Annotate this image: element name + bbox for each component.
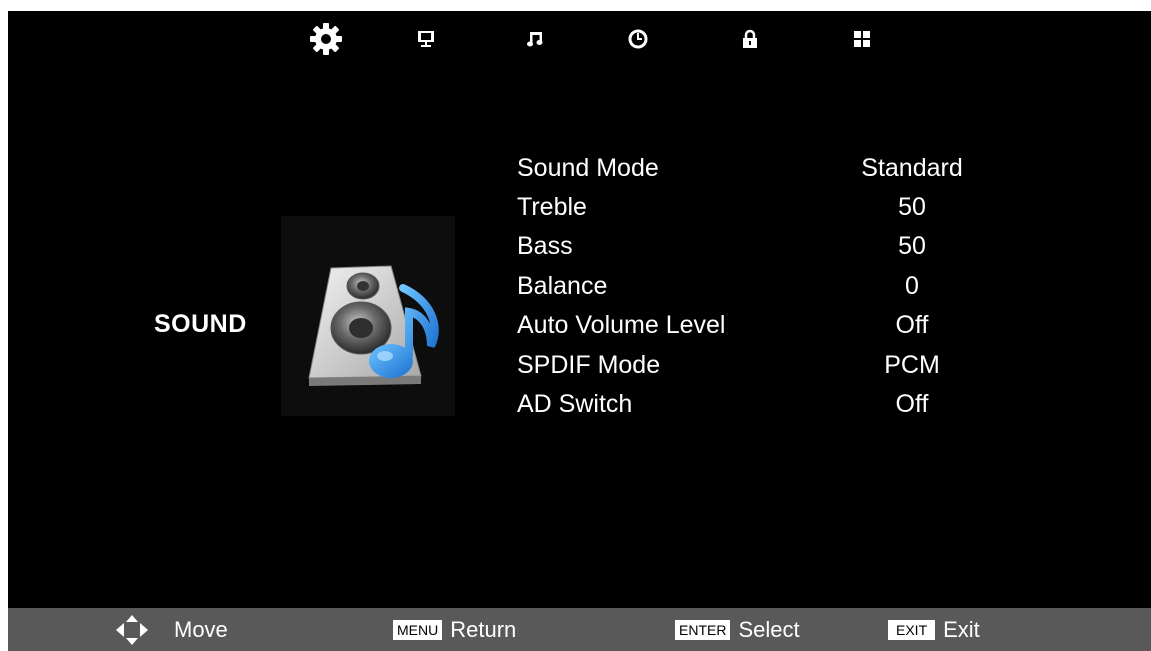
menu-item-value: 50 bbox=[898, 193, 926, 221]
menu-item-ad-switch[interactable]: AD Switch Off bbox=[517, 388, 1077, 426]
menu-item-label: Sound Mode bbox=[517, 154, 659, 182]
hint-move: Move bbox=[114, 608, 228, 651]
clock-icon[interactable] bbox=[621, 24, 655, 54]
menu-item-label: SPDIF Mode bbox=[517, 351, 661, 379]
menu-item-value: Standard bbox=[861, 154, 963, 182]
footer-hint-bar: Move MENU Return ENTER Select EXIT Exit bbox=[8, 608, 1151, 651]
hint-select: ENTER Select bbox=[675, 608, 800, 651]
menu-item-spdif-mode[interactable]: SPDIF Mode PCM bbox=[517, 349, 1077, 387]
hint-exit-label: Exit bbox=[943, 616, 980, 642]
speaker-music-icon bbox=[281, 216, 455, 416]
menu-item-treble[interactable]: Treble 50 bbox=[517, 191, 1077, 229]
grid-icon[interactable] bbox=[845, 24, 879, 54]
lock-icon[interactable] bbox=[733, 24, 767, 54]
menu-item-value: Off bbox=[895, 390, 929, 418]
enter-key-badge: ENTER bbox=[675, 619, 731, 640]
menu-item-label: AD Switch bbox=[517, 390, 633, 418]
top-tab-bar bbox=[8, 23, 1151, 55]
menu-item-value: PCM bbox=[884, 351, 940, 379]
menu-item-auto-volume-level[interactable]: Auto Volume Level Off bbox=[517, 309, 1077, 347]
exit-key-badge: EXIT bbox=[888, 619, 936, 640]
hint-exit: EXIT Exit bbox=[888, 608, 980, 651]
menu-item-bass[interactable]: Bass 50 bbox=[517, 230, 1077, 268]
menu-item-value: 50 bbox=[898, 232, 926, 260]
menu-item-sound-mode[interactable]: Sound Mode Standard bbox=[517, 152, 1077, 190]
menu-item-label: Treble bbox=[517, 193, 587, 221]
hint-return-label: Return bbox=[450, 616, 517, 642]
gear-icon[interactable] bbox=[309, 23, 343, 55]
monitor-icon[interactable] bbox=[409, 24, 443, 54]
menu-item-label: Auto Volume Level bbox=[517, 311, 726, 339]
menu-item-value: 0 bbox=[905, 272, 919, 300]
menu-item-balance[interactable]: Balance 0 bbox=[517, 270, 1077, 308]
menu-item-value: Off bbox=[895, 311, 929, 339]
hint-move-label: Move bbox=[174, 616, 228, 642]
tv-osd-screen: SOUND Sound Mode Standard Treble 50 Bass… bbox=[8, 11, 1151, 608]
hint-return: MENU Return bbox=[393, 608, 516, 651]
section-title: SOUND bbox=[154, 310, 247, 338]
menu-key-badge: MENU bbox=[393, 619, 443, 640]
hint-select-label: Select bbox=[738, 616, 800, 642]
music-note-icon[interactable] bbox=[518, 24, 552, 54]
arrow-pad-icon bbox=[114, 614, 150, 646]
menu-item-label: Bass bbox=[517, 232, 573, 260]
menu-item-label: Balance bbox=[517, 272, 608, 300]
